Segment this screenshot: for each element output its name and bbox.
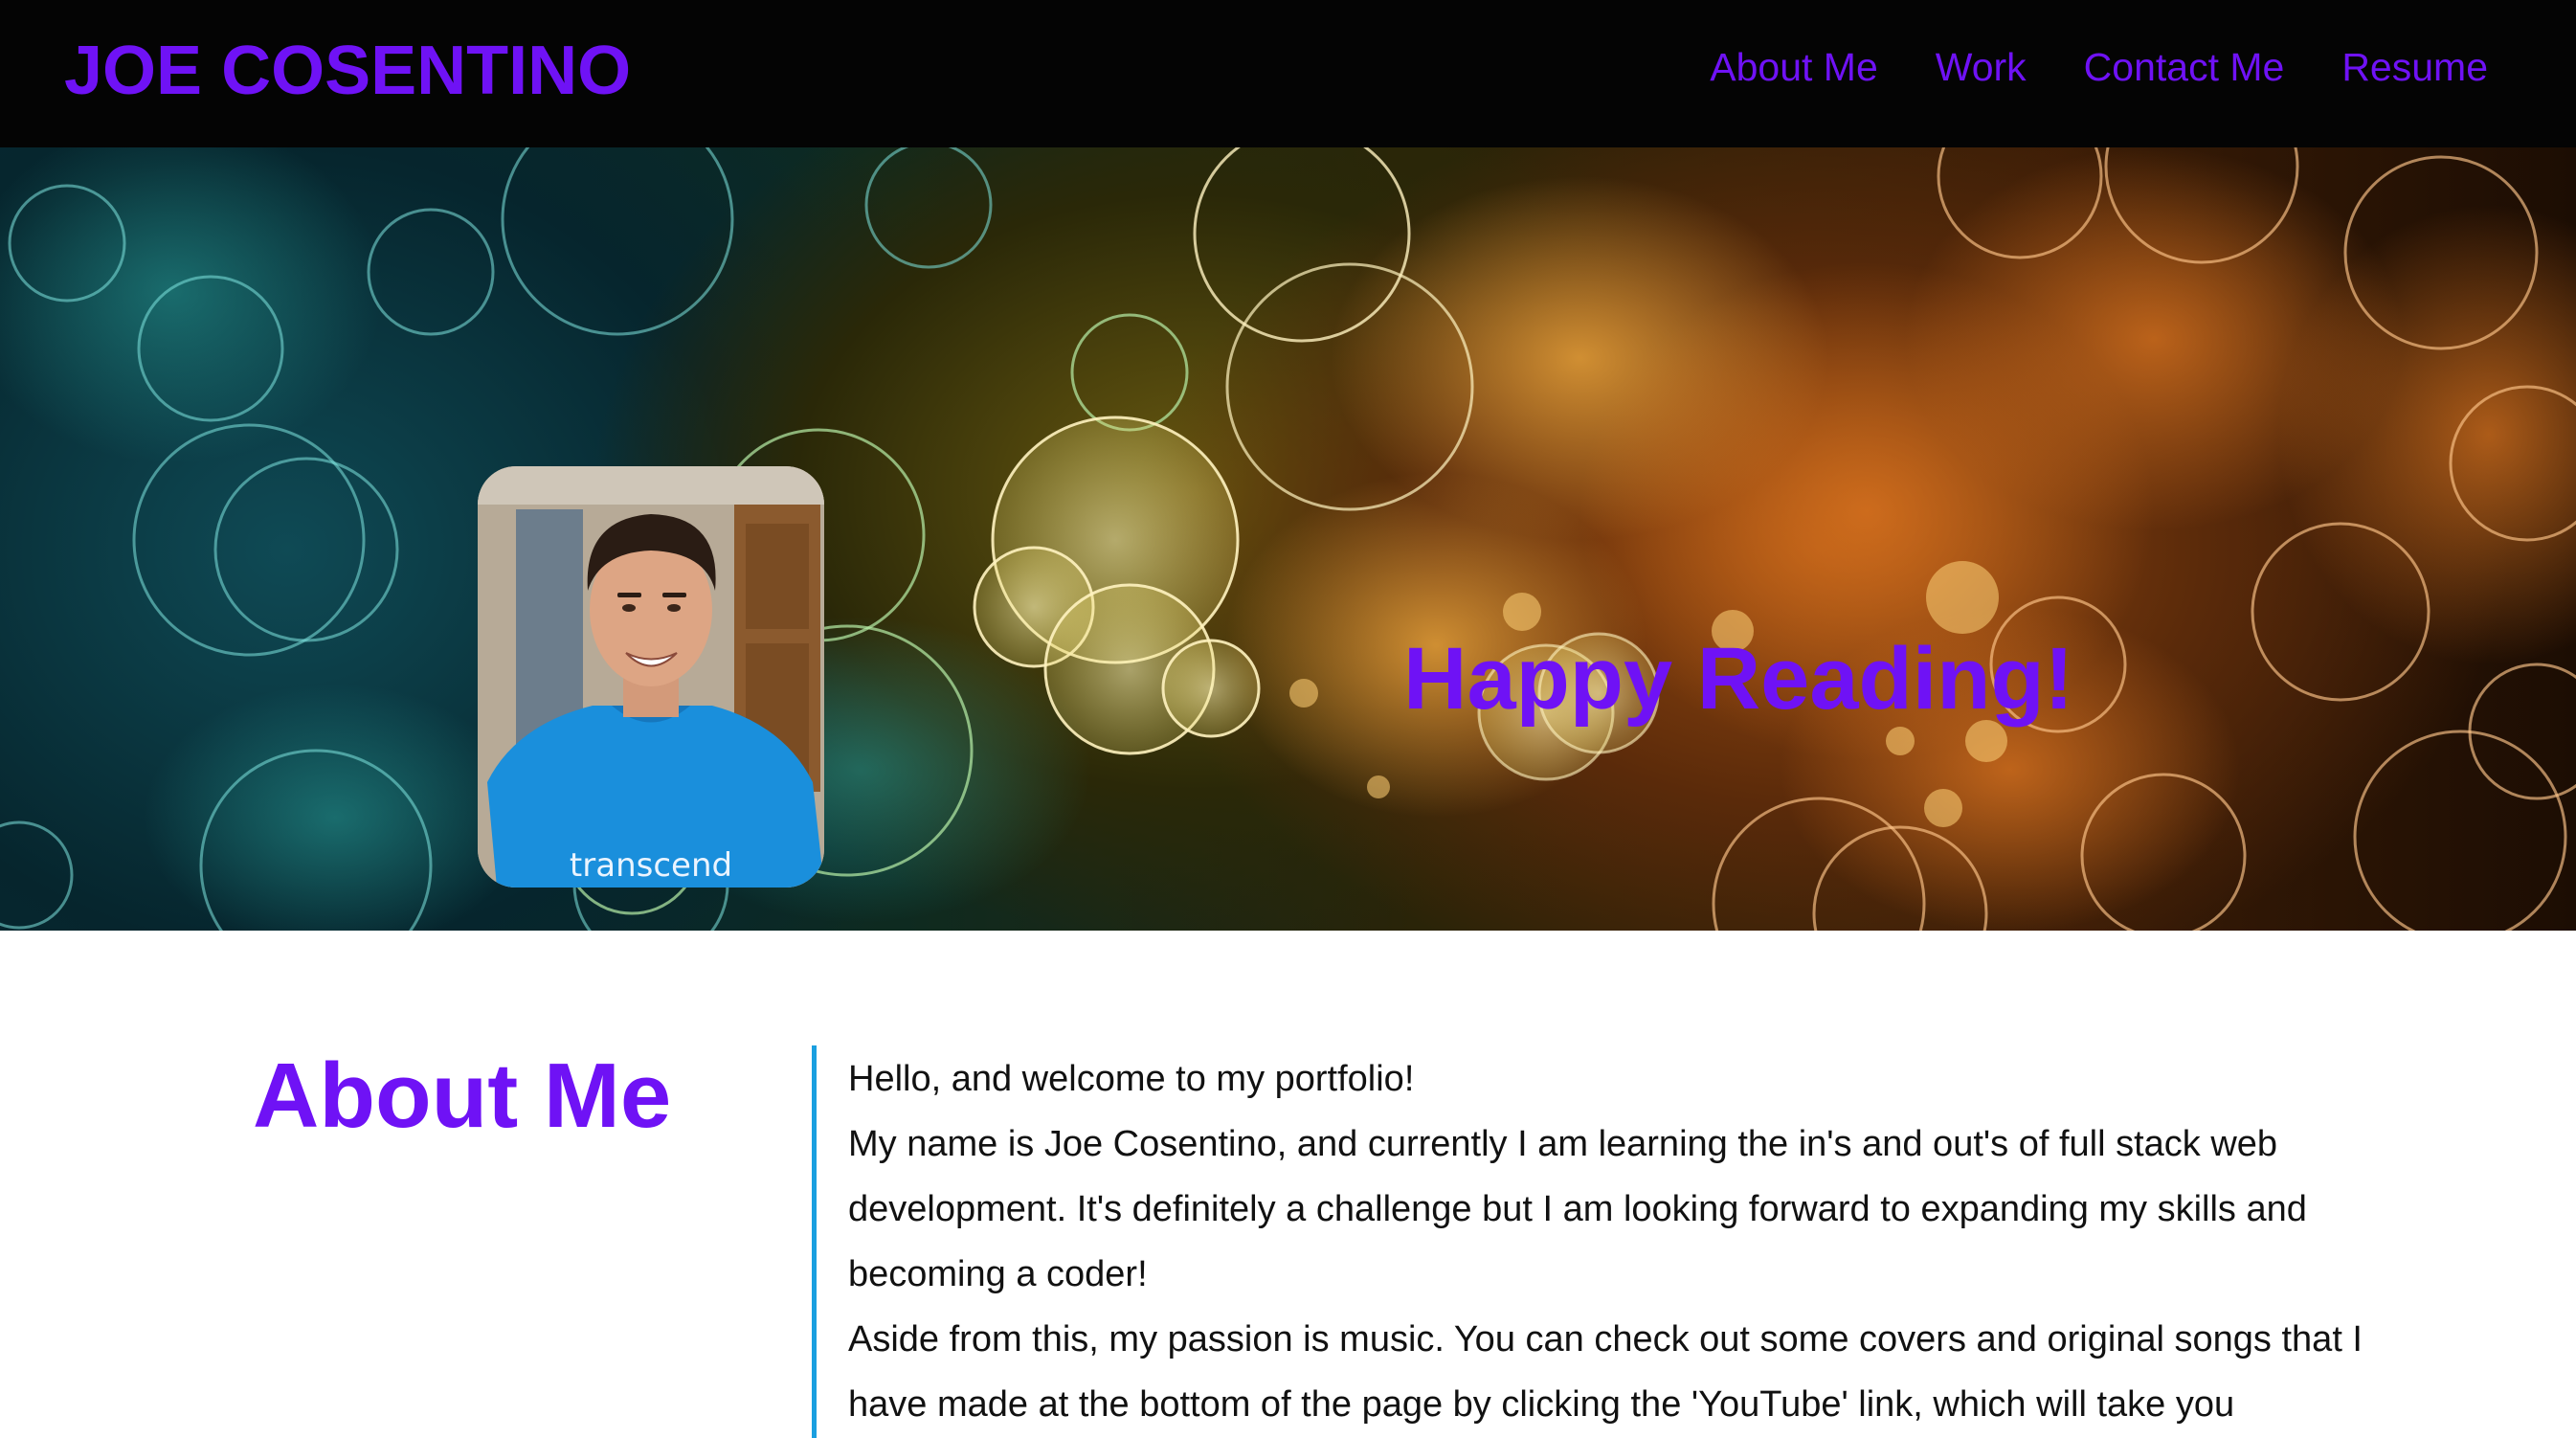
nav-about-me[interactable]: About Me [1710, 42, 1878, 92]
nav-resume[interactable]: Resume [2341, 42, 2488, 92]
site-brand[interactable]: JOE COSENTINO [64, 33, 631, 109]
hero-banner: transcend Happy Reading! [0, 147, 2576, 931]
about-paragraph-2: My name is Joe Cosentino, and currently … [848, 1124, 2307, 1294]
about-paragraph-1: Hello, and welcome to my portfolio! [848, 1059, 1415, 1099]
about-title: About Me [253, 1045, 672, 1147]
hero-tagline: Happy Reading! [1403, 630, 2074, 728]
about-paragraph-3: Aside from this, my passion is music. Yo… [848, 1319, 2363, 1425]
about-text: Hello, and welcome to my portfolio! My n… [848, 1046, 2437, 1437]
site-header: JOE COSENTINO About Me Work Contact Me R… [0, 0, 2576, 147]
nav-contact-me[interactable]: Contact Me [2084, 42, 2285, 92]
nav-work[interactable]: Work [1936, 42, 2027, 92]
shirt-text: transcend [570, 846, 732, 885]
about-divider [812, 1045, 817, 1438]
person-illustration: transcend [478, 466, 824, 888]
main-nav: About Me Work Contact Me Resume [1710, 42, 2488, 92]
profile-photo: transcend [478, 466, 824, 888]
bokeh-background [0, 147, 2576, 931]
